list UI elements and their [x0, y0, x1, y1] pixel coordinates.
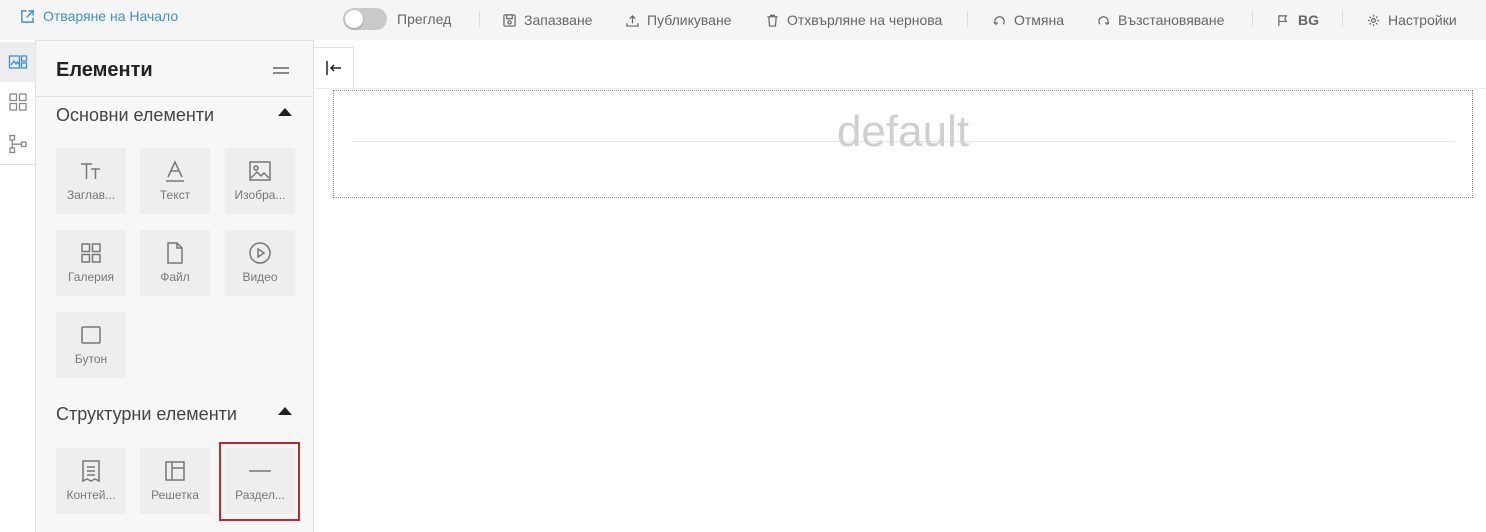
save-button[interactable]: Запазване: [503, 10, 592, 30]
collapse-panel-button[interactable]: [314, 47, 354, 89]
container-icon: [82, 460, 100, 483]
gallery-icon: [81, 243, 101, 263]
settings-button[interactable]: Настройки: [1367, 10, 1457, 30]
upload-icon: [626, 14, 639, 27]
tile-label: Галерия: [67, 270, 115, 284]
preview-label: Преглед: [397, 11, 452, 27]
tile-label: Изобра...: [234, 188, 286, 202]
tree-icon: [8, 134, 27, 154]
button-element-tile[interactable]: Бутон: [56, 312, 126, 378]
elements-icon: [8, 55, 27, 69]
open-home-link[interactable]: Отваряне на Начало: [20, 8, 178, 24]
image-icon: [249, 161, 271, 181]
tile-label: Бутон: [74, 352, 108, 366]
file-icon: [167, 242, 183, 264]
selection-highlight: [219, 442, 300, 521]
preview-toggle[interactable]: Преглед: [343, 8, 452, 30]
publish-label: Публикуване: [647, 12, 732, 28]
button-icon: [81, 326, 101, 344]
discard-draft-button[interactable]: Отхвърляне на чернова: [766, 10, 942, 30]
image-element-tile[interactable]: Изобра...: [225, 148, 295, 214]
tile-label: Видео: [242, 270, 278, 284]
toolbar-divider: [1252, 11, 1253, 27]
toggle-switch[interactable]: [343, 8, 387, 30]
open-home-label: Отваряне на Начало: [43, 8, 179, 24]
text-element-tile[interactable]: Текст: [140, 148, 210, 214]
tile-label: Заглав...: [66, 188, 116, 202]
language-button[interactable]: BG: [1277, 10, 1319, 30]
heading-element-tile[interactable]: Заглав...: [56, 148, 126, 214]
trash-icon: [767, 14, 778, 27]
structural-elements-title: Структурни елементи: [56, 404, 237, 424]
collapse-left-icon: [325, 61, 341, 75]
top-toolbar: Отваряне на Начало Преглед Запазване Пуб…: [0, 0, 1486, 40]
redo-label: Възстановяване: [1118, 12, 1225, 28]
elements-tab[interactable]: [0, 42, 35, 82]
settings-label: Настройки: [1388, 12, 1457, 28]
tile-label: Решетка: [151, 488, 199, 502]
grid-layout-icon: [165, 461, 185, 481]
container-element-tile[interactable]: Контей...: [56, 448, 126, 514]
discard-draft-label: Отхвърляне на чернова: [787, 12, 943, 28]
collapse-structural-caret-icon[interactable]: [278, 407, 292, 415]
collapse-basic-caret-icon[interactable]: [278, 108, 292, 116]
save-label: Запазване: [524, 12, 593, 28]
basic-elements-title: Основни елементи: [56, 105, 215, 125]
toolbar-divider: [967, 11, 968, 27]
redo-button[interactable]: Възстановяване: [1097, 10, 1224, 30]
left-rail: [0, 40, 36, 532]
gear-icon: [1367, 14, 1380, 26]
publish-button[interactable]: Публикуване: [626, 10, 731, 30]
save-icon: [503, 13, 516, 27]
panel-title: Елементи: [56, 59, 153, 81]
panel-divider: [36, 96, 313, 97]
video-icon: [249, 242, 271, 264]
toolbar-divider: [479, 11, 480, 27]
tile-label: Текст: [159, 188, 191, 202]
file-element-tile[interactable]: Файл: [140, 230, 210, 296]
structure-tab[interactable]: [0, 124, 35, 164]
language-label: BG: [1298, 12, 1319, 28]
canvas-border: [314, 88, 1486, 89]
grid-icon: [8, 93, 27, 111]
flag-icon: [1278, 14, 1288, 26]
redo-icon: [1098, 15, 1110, 25]
text-icon: [166, 160, 184, 182]
tile-label: Контей...: [66, 488, 116, 502]
tile-label: Файл: [160, 270, 190, 284]
undo-button[interactable]: Отмяна: [993, 10, 1064, 30]
drop-zone[interactable]: default: [333, 90, 1473, 198]
rail-divider: [0, 164, 36, 165]
external-link-icon: [21, 9, 34, 23]
video-element-tile[interactable]: Видео: [225, 230, 295, 296]
layouts-tab[interactable]: [0, 82, 35, 122]
grid-element-tile[interactable]: Решетка: [140, 448, 210, 514]
menu-icon[interactable]: [273, 67, 289, 74]
undo-icon: [993, 15, 1005, 25]
gallery-element-tile[interactable]: Галерия: [56, 230, 126, 296]
heading-icon: [81, 163, 100, 179]
toolbar-divider: [1342, 11, 1343, 27]
undo-label: Отмяна: [1014, 12, 1065, 28]
placeholder-text: default: [836, 107, 970, 156]
